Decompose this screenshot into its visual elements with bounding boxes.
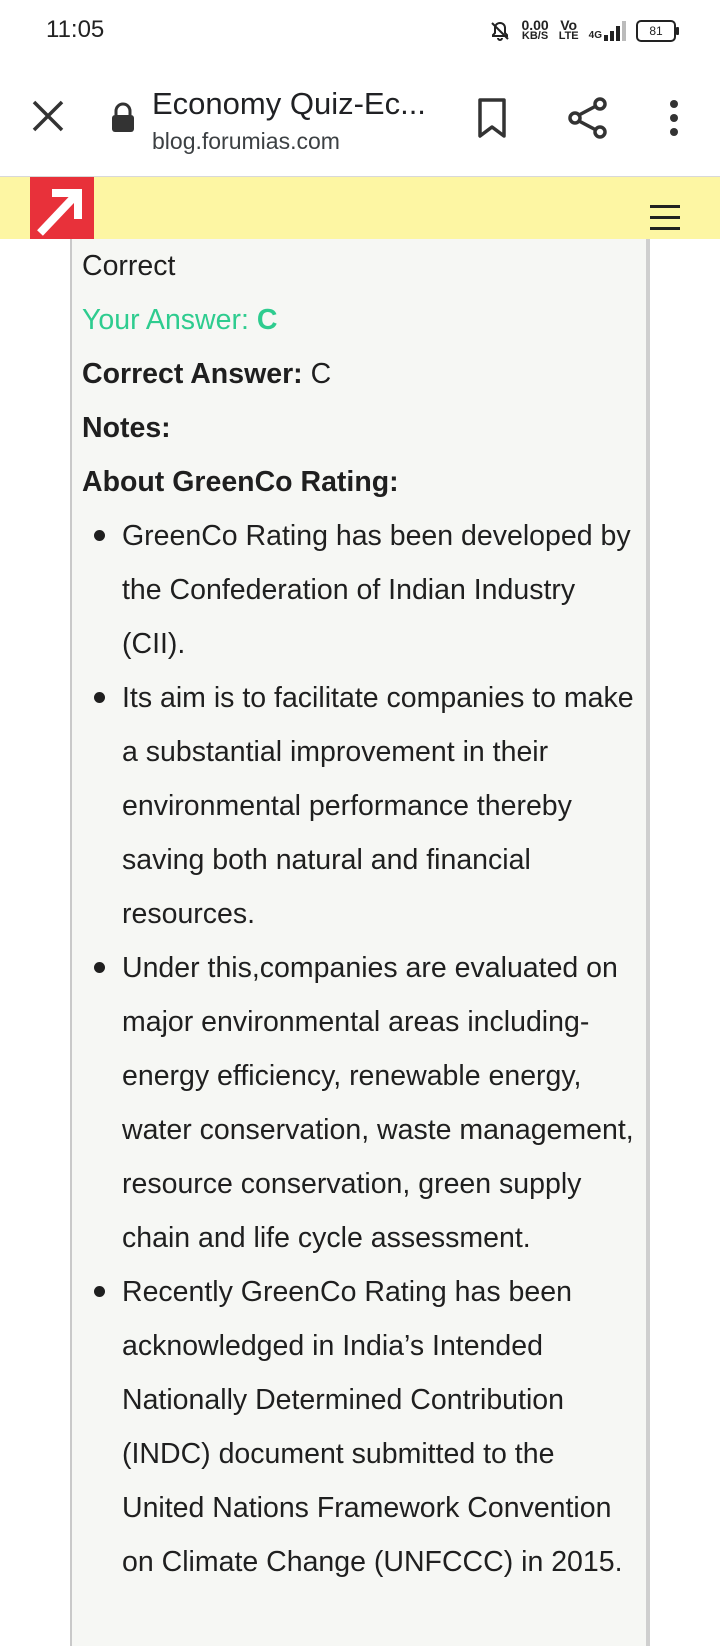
arrow-up-right-logo [37,189,82,236]
your-answer: Your Answer: C [82,293,642,347]
list-item: Recently GreenCo Rating has been acknowl… [82,1265,642,1589]
notes-list: GreenCo Rating has been developed by the… [82,509,642,1589]
mute-bell-icon [491,21,510,41]
page-url[interactable]: blog.forumias.com [152,128,340,155]
volte-bottom: LTE [558,30,579,42]
bookmark-icon[interactable] [472,96,512,140]
volte-indicator: Vo LTE [558,18,579,42]
your-answer-label: Your Answer: [82,304,249,336]
answer-content: Correct Your Answer: C Correct Answer: C… [82,239,642,1589]
close-icon[interactable] [28,96,68,136]
net-speed-unit: KB/S [521,30,549,42]
browser-toolbar: Economy Quiz-Ec... blog.forumias.com [0,62,720,177]
your-answer-value: C [256,304,278,336]
status-bar: 11:05 0.00 KB/S Vo LTE 4G 81 [0,0,720,62]
lock-icon[interactable] [110,102,136,134]
share-icon[interactable] [566,96,610,140]
cell-signal: 4G [589,21,626,41]
net-speed: 0.00 KB/S [521,18,549,42]
page-title[interactable]: Economy Quiz-Ec... [152,86,426,122]
battery-icon: 81 [636,20,679,42]
correct-answer-label: Correct Answer: [82,358,303,390]
answer-status: Correct [82,250,176,282]
notes-label: Notes: [82,412,171,444]
battery-level: 81 [649,24,663,38]
status-icons: 0.00 KB/S Vo LTE 4G 81 [489,16,679,46]
list-item: Its aim is to facilitate companies to ma… [82,671,642,941]
network-type: 4G [588,30,602,41]
correct-answer: Correct Answer: C [82,347,642,401]
site-header [0,177,720,239]
site-logo[interactable] [30,177,94,239]
hamburger-icon[interactable] [650,205,680,231]
signal-bars-icon [604,21,626,41]
list-item: Under this,companies are evaluated on ma… [82,941,642,1265]
more-vert-icon[interactable] [664,96,684,140]
list-item: GreenCo Rating has been developed by the… [82,509,642,671]
correct-answer-value: C [310,358,332,390]
section-heading: About GreenCo Rating: [82,466,399,498]
status-time: 11:05 [46,16,105,43]
